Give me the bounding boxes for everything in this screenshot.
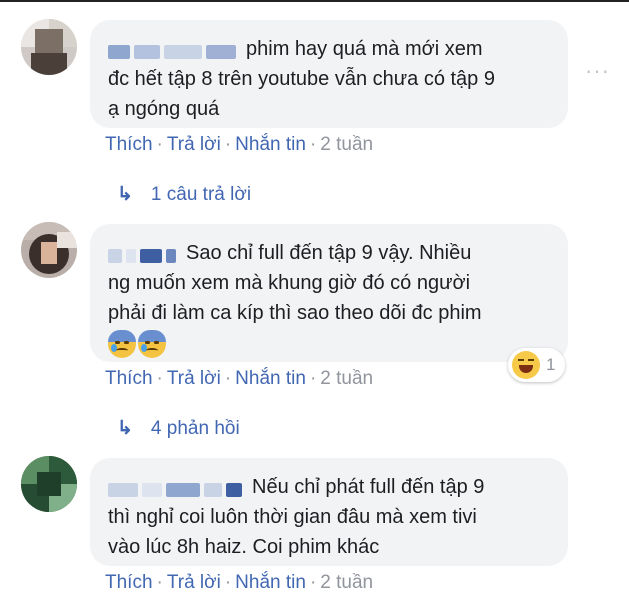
comment-text: thì nghỉ coi luôn thời gian đâu mà xem t… xyxy=(108,506,477,528)
avatar[interactable] xyxy=(21,19,77,75)
haha-reaction-icon xyxy=(512,351,540,379)
reply-link[interactable]: Trả lời xyxy=(167,368,221,389)
sad-sweat-emoji xyxy=(108,329,136,358)
comment-bubble: phim hay quá mà mới xem đc hết tập 8 trê… xyxy=(90,20,568,128)
view-replies-link[interactable]: ↳ 4 phản hồi xyxy=(117,417,240,440)
comment-text: Nếu chỉ phát full đến tập 9 xyxy=(252,476,485,498)
reply-link[interactable]: Trả lời xyxy=(167,134,221,155)
top-border xyxy=(0,0,629,2)
reply-link[interactable]: Trả lời xyxy=(167,572,221,593)
commenter-name[interactable] xyxy=(108,474,246,497)
comment-bubble: Sao chỉ full đến tập 9 vậy. Nhiều ng muố… xyxy=(90,224,568,362)
comment-text: đc hết tập 8 trên youtube vẫn chưa có tậ… xyxy=(108,68,495,90)
comment-text: phải đi làm ca kíp thì sao theo dõi đc p… xyxy=(108,302,482,324)
reply-arrow-icon: ↳ xyxy=(117,418,133,439)
comment-actions: Thích · Trả lời · Nhắn tin · 2 tuần xyxy=(105,572,374,593)
sad-sweat-emoji xyxy=(138,329,166,358)
like-link[interactable]: Thích xyxy=(105,134,153,155)
view-replies-link[interactable]: ↳ 1 câu trả lời xyxy=(117,183,251,206)
timestamp[interactable]: 2 tuần xyxy=(320,572,373,593)
like-link[interactable]: Thích xyxy=(105,572,153,593)
avatar[interactable] xyxy=(21,456,77,512)
message-link[interactable]: Nhắn tin xyxy=(235,134,306,155)
replies-count[interactable]: 1 câu trả lời xyxy=(151,184,251,205)
comment-text: ạ ngóng quá xyxy=(108,98,220,120)
comment-text: phim hay quá mà mới xem xyxy=(246,38,483,60)
message-link[interactable]: Nhắn tin xyxy=(235,572,306,593)
reply-arrow-icon: ↳ xyxy=(117,184,133,205)
commenter-name[interactable] xyxy=(108,36,240,59)
comment-text: vào lúc 8h haiz. Coi phim khác xyxy=(108,536,380,558)
commenter-name[interactable] xyxy=(108,240,180,263)
comment-actions: Thích · Trả lời · Nhắn tin · 2 tuần xyxy=(105,134,374,155)
timestamp[interactable]: 2 tuần xyxy=(320,368,373,389)
comment-text: Sao chỉ full đến tập 9 vậy. Nhiều xyxy=(186,242,472,264)
reaction-summary[interactable]: 1 xyxy=(508,348,566,382)
timestamp[interactable]: 2 tuần xyxy=(320,134,373,155)
comment-text: ng muốn xem mà khung giờ đó có người xyxy=(108,272,471,294)
comment-actions: Thích · Trả lời · Nhắn tin · 2 tuần xyxy=(105,368,374,389)
more-dots-icon[interactable]: ··· xyxy=(585,58,610,84)
replies-count[interactable]: 4 phản hồi xyxy=(151,418,240,439)
avatar[interactable] xyxy=(21,222,77,278)
like-link[interactable]: Thích xyxy=(105,368,153,389)
comment-bubble: Nếu chỉ phát full đến tập 9 thì nghỉ coi… xyxy=(90,458,568,566)
message-link[interactable]: Nhắn tin xyxy=(235,368,306,389)
reaction-count: 1 xyxy=(546,355,556,374)
